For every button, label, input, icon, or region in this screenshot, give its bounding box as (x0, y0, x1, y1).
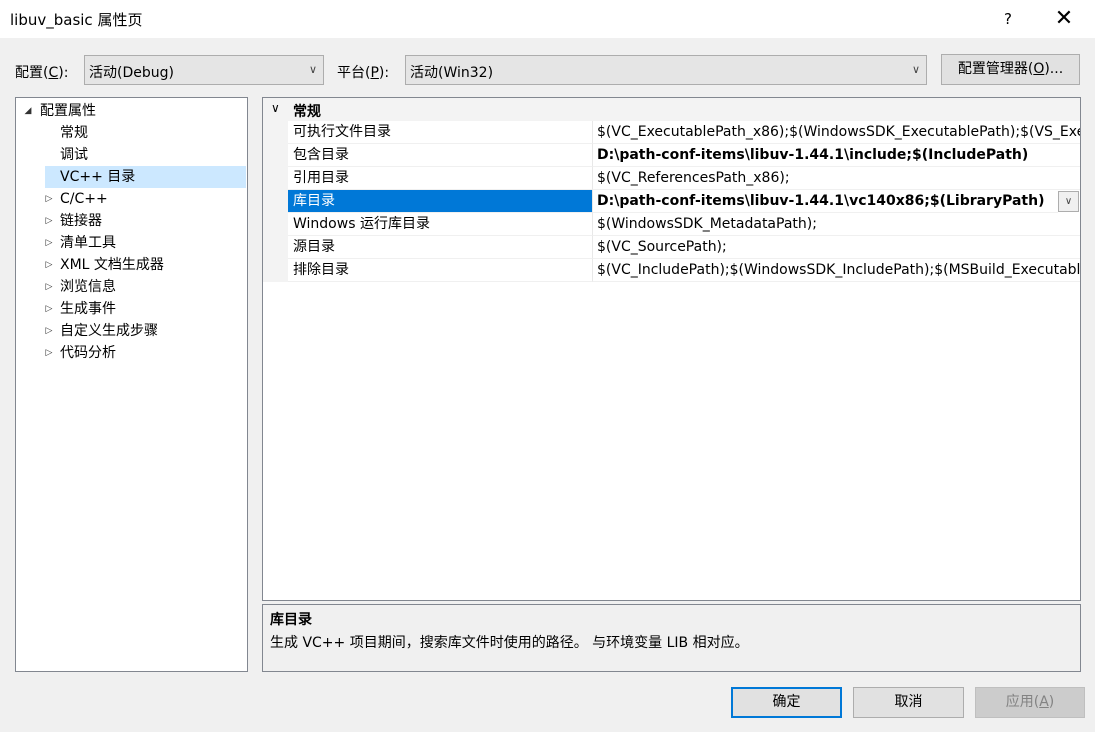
help-button[interactable]: ? (995, 0, 1021, 38)
platform-value: 活动(Win32) (410, 65, 494, 81)
expanded-icon: ◢ (24, 106, 32, 116)
config-manager-button[interactable]: 配置管理器(O)... (941, 54, 1080, 85)
collapsed-icon: ▷ (45, 282, 53, 292)
property-name: 库目录 (288, 190, 593, 213)
description-pane: 库目录 生成 VC++ 项目期间，搜索库文件时使用的路径。 与环境变量 LIB … (262, 604, 1081, 672)
apply-button[interactable]: 应用(A) (975, 687, 1085, 718)
collapsed-icon: ▷ (45, 260, 53, 270)
property-row[interactable]: Windows 运行库目录 $(WindowsSDK_MetadataPath)… (288, 213, 1080, 236)
property-row[interactable]: 可执行文件目录 $(VC_ExecutablePath_x86);$(Windo… (288, 121, 1080, 144)
property-value[interactable]: $(VC_ReferencesPath_x86); (593, 167, 1080, 190)
tree-item-build-events[interactable]: ▷ 生成事件 (16, 298, 247, 320)
collapsed-icon: ▷ (45, 194, 53, 204)
category-header[interactable]: ∨ 常规 (263, 98, 1080, 121)
collapsed-icon: ▷ (45, 348, 53, 358)
chevron-down-icon: ∨ (271, 101, 280, 115)
property-value[interactable]: D:\path-conf-items\libuv-1.44.1\vc140x86… (593, 190, 1058, 213)
property-tree: ◢ 配置属性 常规 调试 VC++ 目录 ▷ C/C++ ▷ 链接器 ▷ 清单工… (15, 97, 248, 672)
property-name: Windows 运行库目录 (288, 213, 593, 236)
property-row[interactable]: 源目录 $(VC_SourcePath); (288, 236, 1080, 259)
property-value[interactable]: $(VC_ExecutablePath_x86);$(WindowsSDK_Ex… (593, 121, 1080, 144)
property-value[interactable]: $(WindowsSDK_MetadataPath); (593, 213, 1080, 236)
config-label: 配置(C): (15, 65, 69, 81)
tree-item-debugging[interactable]: 调试 (16, 144, 247, 166)
collapsed-icon: ▷ (45, 304, 53, 314)
tree-item-xml-doc-generator[interactable]: ▷ XML 文档生成器 (16, 254, 247, 276)
tree-root-label: 配置属性 (40, 103, 96, 119)
tree-item-browse-info[interactable]: ▷ 浏览信息 (16, 276, 247, 298)
close-button[interactable]: ✕ (1046, 0, 1082, 38)
cancel-button[interactable]: 取消 (853, 687, 964, 718)
tree-item-custom-build-step[interactable]: ▷ 自定义生成步骤 (16, 320, 247, 342)
tree-item-c-cpp[interactable]: ▷ C/C++ (16, 188, 247, 210)
collapsed-icon: ▷ (45, 326, 53, 336)
description-title: 库目录 (270, 612, 312, 628)
description-text: 生成 VC++ 项目期间，搜索库文件时使用的路径。 与环境变量 LIB 相对应。 (270, 635, 749, 651)
collapsed-icon: ▷ (45, 216, 53, 226)
grid-margin (263, 121, 288, 282)
tree-item-manifest-tool[interactable]: ▷ 清单工具 (16, 232, 247, 254)
collapsed-icon: ▷ (45, 238, 53, 248)
dropdown-button[interactable]: ∨ (1058, 191, 1079, 212)
category-label: 常规 (293, 104, 321, 120)
tree-item-vc-directories[interactable]: VC++ 目录 (45, 166, 246, 188)
property-name: 可执行文件目录 (288, 121, 593, 144)
property-row[interactable]: 包含目录 D:\path-conf-items\libuv-1.44.1\inc… (288, 144, 1080, 167)
window-title: libuv_basic 属性页 (10, 11, 143, 29)
tree-item-general[interactable]: 常规 (16, 122, 247, 144)
property-value[interactable]: $(VC_SourcePath); (593, 236, 1080, 259)
property-row[interactable]: 排除目录 $(VC_IncludePath);$(WindowsSDK_Incl… (288, 259, 1080, 282)
title-bar: libuv_basic 属性页 ? ✕ (0, 0, 1095, 38)
property-grid: ∨ 常规 可执行文件目录 $(VC_ExecutablePath_x86);$(… (262, 97, 1081, 601)
tree-item-linker[interactable]: ▷ 链接器 (16, 210, 247, 232)
property-name: 包含目录 (288, 144, 593, 167)
config-value: 活动(Debug) (89, 65, 174, 81)
property-row-selected[interactable]: 库目录 D:\path-conf-items\libuv-1.44.1\vc14… (288, 190, 1080, 213)
platform-combobox[interactable]: 活动(Win32) ∨ (405, 55, 927, 85)
property-name: 引用目录 (288, 167, 593, 190)
chevron-down-icon: ∨ (308, 63, 318, 76)
property-value[interactable]: D:\path-conf-items\libuv-1.44.1\include;… (593, 144, 1080, 167)
platform-label: 平台(P): (337, 65, 390, 81)
chevron-down-icon: ∨ (911, 63, 921, 76)
property-value[interactable]: $(VC_IncludePath);$(WindowsSDK_IncludePa… (593, 259, 1080, 282)
tree-item-code-analysis[interactable]: ▷ 代码分析 (16, 342, 247, 364)
property-name: 源目录 (288, 236, 593, 259)
config-combobox[interactable]: 活动(Debug) ∨ (84, 55, 324, 85)
ok-button[interactable]: 确定 (731, 687, 842, 718)
tree-root-config-properties[interactable]: ◢ 配置属性 (16, 100, 247, 122)
property-name: 排除目录 (288, 259, 593, 282)
property-row[interactable]: 引用目录 $(VC_ReferencesPath_x86); (288, 167, 1080, 190)
